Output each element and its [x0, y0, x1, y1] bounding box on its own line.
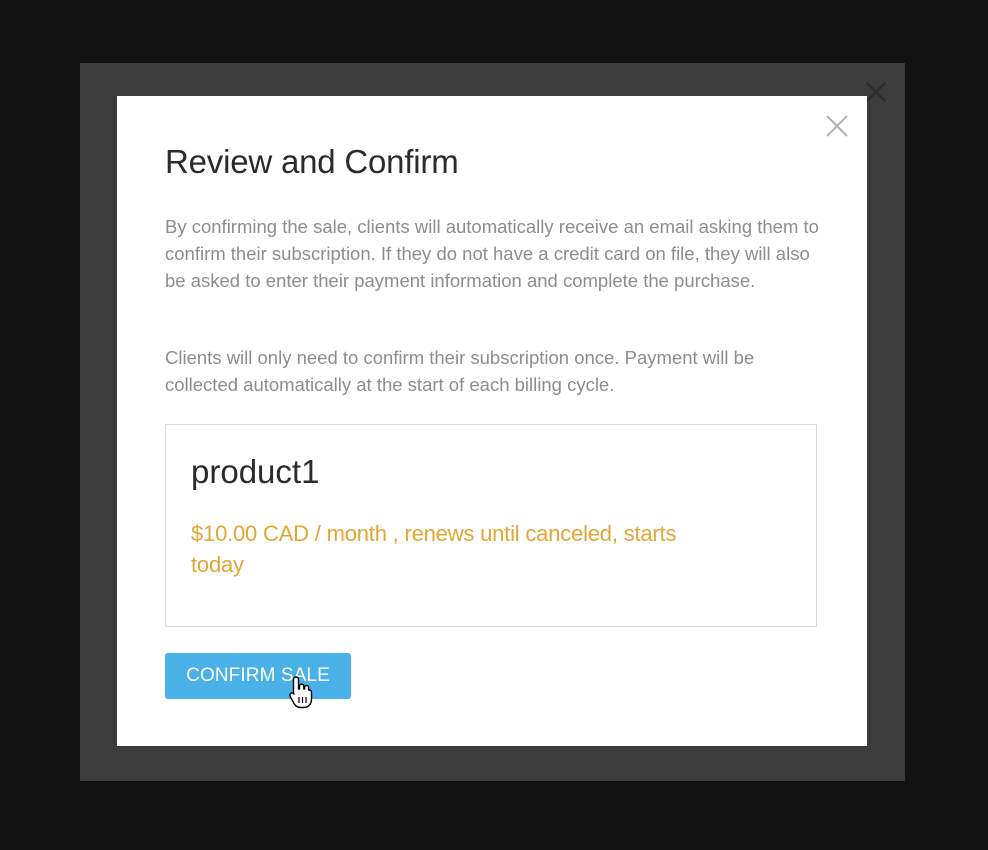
review-confirm-modal: Review and Confirm By confirming the sal… [117, 96, 867, 746]
product-summary-card: product1 $10.00 CAD / month , renews unt… [165, 424, 817, 627]
product-name: product1 [191, 453, 320, 490]
billing-description: Clients will only need to confirm their … [165, 347, 755, 395]
modal-title: Review and Confirm [165, 143, 459, 180]
product-price-terms: $10.00 CAD / month , renews until cancel… [191, 521, 677, 577]
close-icon[interactable] [823, 112, 851, 140]
confirm-description: By confirming the sale, clients will aut… [165, 216, 819, 291]
confirm-sale-button[interactable]: CONFIRM SALE [165, 653, 351, 699]
